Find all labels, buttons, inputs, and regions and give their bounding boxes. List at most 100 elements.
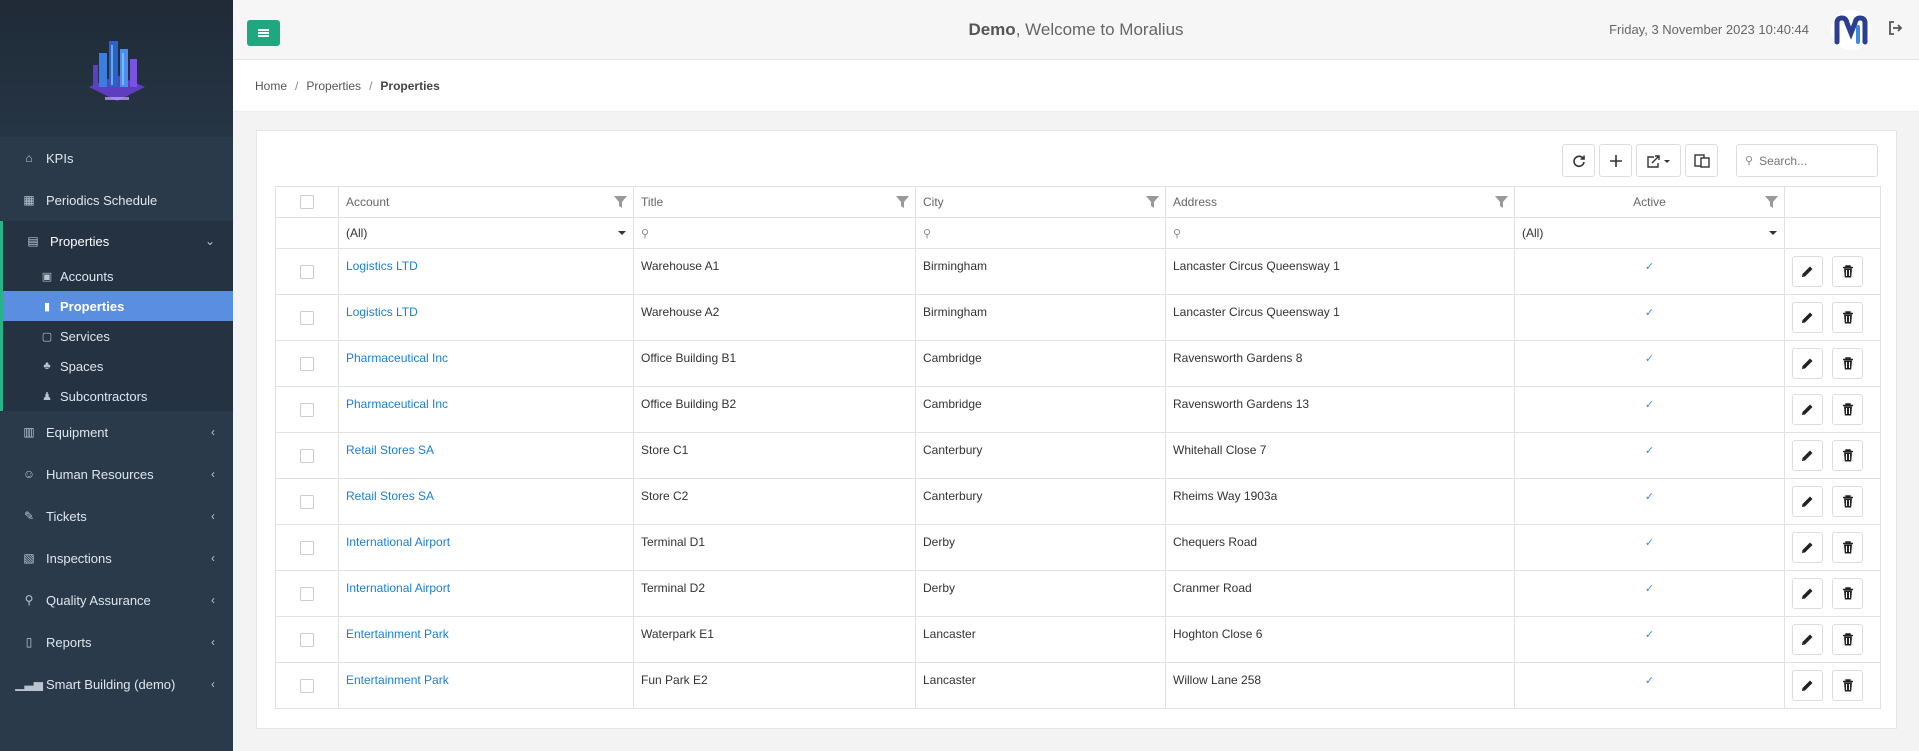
filter-icon[interactable] (896, 196, 909, 208)
book-icon: ▯ (25, 635, 33, 649)
edit-button[interactable] (1792, 670, 1823, 701)
column-header-account[interactable]: Account (338, 186, 634, 218)
delete-button[interactable] (1832, 578, 1863, 609)
row-checkbox[interactable] (300, 264, 314, 279)
account-link[interactable]: Logistics LTD (346, 259, 418, 273)
edit-button[interactable] (1792, 578, 1823, 609)
row-checkbox[interactable] (300, 540, 314, 555)
filter-active[interactable]: (All) (1514, 217, 1785, 249)
row-select-cell (275, 386, 339, 433)
sidebar-item-smart-building[interactable]: ▁▃▅ Smart Building (demo) ‹ (0, 663, 233, 705)
table-row: Logistics LTD Warehouse A1 Birmingham La… (275, 248, 1881, 295)
pencil-icon (1802, 266, 1813, 277)
edit-button[interactable] (1792, 624, 1823, 655)
grid-header-row: Account Title City Address Active (275, 186, 1881, 218)
row-checkbox[interactable] (300, 356, 314, 371)
add-button[interactable] (1599, 144, 1632, 177)
city-cell: Lancaster (923, 627, 976, 641)
edit-button[interactable] (1792, 532, 1823, 563)
edit-button[interactable] (1792, 348, 1823, 379)
delete-button[interactable] (1832, 532, 1863, 563)
sidebar-item-label: Periodics Schedule (46, 192, 158, 208)
edit-button[interactable] (1792, 440, 1823, 471)
sidebar-item-tickets[interactable]: ✎ Tickets ‹ (0, 495, 233, 537)
search-icon: ⚲ (1173, 228, 1182, 240)
sidebar-item-human-resources[interactable]: ☺ Human Resources ‹ (0, 453, 233, 495)
filter-city[interactable]: ⚲ (915, 217, 1166, 249)
filter-title[interactable]: ⚲ (633, 217, 916, 249)
row-checkbox[interactable] (300, 678, 314, 693)
column-chooser-button[interactable] (1685, 144, 1718, 177)
trash-icon (1842, 311, 1853, 324)
filter-icon[interactable] (1765, 196, 1778, 208)
sidebar-item-reports[interactable]: ▯ Reports ‹ (0, 621, 233, 663)
select-all-checkbox[interactable] (300, 195, 314, 209)
avatar[interactable] (1831, 10, 1871, 50)
edit-button[interactable] (1792, 394, 1823, 425)
column-header-city[interactable]: City (915, 186, 1166, 218)
column-header-active[interactable]: Active (1514, 186, 1785, 218)
filter-icon[interactable] (1495, 196, 1508, 208)
edit-button[interactable] (1792, 256, 1823, 287)
sidebar-item-periodics-schedule[interactable]: ▦ Periodics Schedule (0, 179, 233, 221)
account-link[interactable]: Entertainment Park (346, 673, 449, 687)
filter-icon[interactable] (1146, 196, 1159, 208)
sidebar-subitem-properties[interactable]: ▮ Properties (3, 291, 233, 321)
row-checkbox[interactable] (300, 586, 314, 601)
grid-search[interactable]: ⚲ (1736, 144, 1878, 177)
account-link[interactable]: Retail Stores SA (346, 489, 434, 503)
account-link[interactable]: Logistics LTD (346, 305, 418, 319)
chevron-left-icon: ‹ (211, 509, 215, 523)
filter-icon[interactable] (614, 196, 627, 208)
export-button[interactable] (1636, 144, 1681, 177)
column-header-address[interactable]: Address (1165, 186, 1515, 218)
account-link[interactable]: Pharmaceutical Inc (346, 397, 448, 411)
sidebar-subitem-spaces[interactable]: ♣ Spaces (3, 351, 233, 381)
sidebar-subitem-subcontractors[interactable]: ♟ Subcontractors (3, 381, 233, 411)
sidebar-item-equipment[interactable]: ▥ Equipment ‹ (0, 411, 233, 453)
delete-button[interactable] (1832, 440, 1863, 471)
chart-icon: ▁▃▅ (15, 677, 43, 691)
edit-button[interactable] (1792, 486, 1823, 517)
account-link[interactable]: International Airport (346, 581, 450, 595)
breadcrumb-home[interactable]: Home (255, 79, 287, 93)
account-link[interactable]: Pharmaceutical Inc (346, 351, 448, 365)
sidebar-subitem-services[interactable]: ▢ Services (3, 321, 233, 351)
sidebar-item-properties[interactable]: ▤ Properties ⌄ (0, 221, 233, 261)
delete-button[interactable] (1832, 670, 1863, 701)
filter-address[interactable]: ⚲ (1165, 217, 1515, 249)
delete-button[interactable] (1832, 624, 1863, 655)
refresh-button[interactable] (1562, 144, 1595, 177)
row-checkbox[interactable] (300, 632, 314, 647)
column-header-title[interactable]: Title (633, 186, 916, 218)
delete-button[interactable] (1832, 302, 1863, 333)
account-link[interactable]: International Airport (346, 535, 450, 549)
address-cell: Lancaster Circus Queensway 1 (1173, 305, 1340, 319)
pencil-icon (1802, 634, 1813, 645)
delete-button[interactable] (1832, 256, 1863, 287)
account-link[interactable]: Retail Stores SA (346, 443, 434, 457)
active-check-icon: ✓ (1644, 445, 1655, 457)
grid-search-input[interactable] (1759, 153, 1870, 168)
delete-button[interactable] (1832, 486, 1863, 517)
active-check-icon: ✓ (1644, 399, 1655, 411)
row-checkbox[interactable] (300, 310, 314, 325)
edit-button[interactable] (1792, 302, 1823, 333)
logo[interactable] (0, 0, 233, 137)
filter-account[interactable]: (All) (338, 217, 634, 249)
row-checkbox[interactable] (300, 402, 314, 417)
search-icon: ⚲ (923, 228, 932, 240)
city-cell: Cambridge (923, 351, 982, 365)
delete-button[interactable] (1832, 348, 1863, 379)
delete-button[interactable] (1832, 394, 1863, 425)
breadcrumb-parent[interactable]: Properties (306, 79, 361, 93)
sidebar-item-kpis[interactable]: ⌂ KPIs (0, 137, 233, 179)
row-checkbox[interactable] (300, 494, 314, 509)
logout-icon (1889, 21, 1903, 35)
sidebar-subitem-accounts[interactable]: ▣ Accounts (3, 261, 233, 291)
account-link[interactable]: Entertainment Park (346, 627, 449, 641)
sidebar-item-inspections[interactable]: ▧ Inspections ‹ (0, 537, 233, 579)
logout-button[interactable] (1887, 20, 1905, 38)
row-checkbox[interactable] (300, 448, 314, 463)
sidebar-item-quality-assurance[interactable]: ⚲ Quality Assurance ‹ (0, 579, 233, 621)
